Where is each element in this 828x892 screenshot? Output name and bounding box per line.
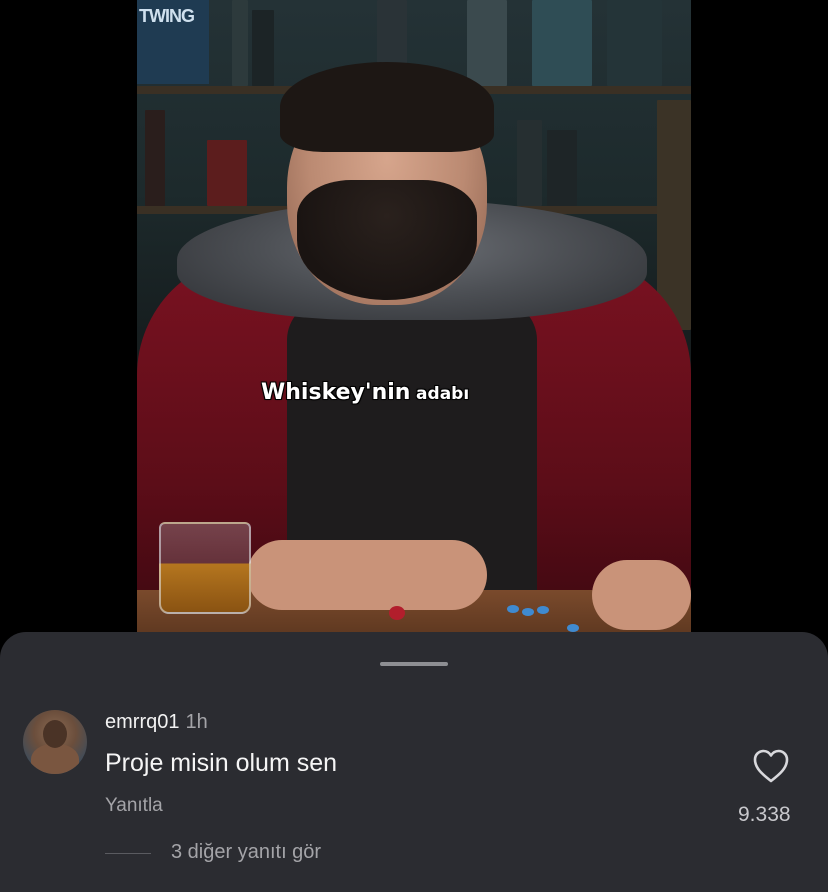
chip [507, 605, 519, 613]
book [517, 120, 542, 206]
poster: TWING [137, 0, 209, 84]
replies-divider [105, 853, 151, 854]
ring [389, 606, 405, 620]
video-caption: Whiskey'nin adabı [255, 378, 475, 407]
hand-left [247, 540, 487, 610]
like-button[interactable] [752, 748, 790, 784]
comment-timestamp: 1h [185, 711, 208, 733]
chip [537, 606, 549, 614]
chip [522, 608, 534, 616]
view-more-replies[interactable]: 3 diğer yanıtı gör [171, 841, 321, 864]
book [252, 10, 274, 86]
comment-text: Proje misin olum sen [105, 749, 338, 777]
book [547, 130, 577, 206]
beard [297, 180, 477, 300]
heart-outline-icon [753, 749, 789, 783]
avatar-body [31, 744, 79, 774]
comment-username[interactable]: emrrq01 [105, 711, 179, 733]
sheet-drag-handle[interactable] [380, 662, 448, 666]
book [607, 0, 662, 86]
avatar[interactable] [23, 710, 87, 774]
caption-main: Whiskey'nin [261, 380, 411, 405]
poster-text: TWING [139, 6, 195, 26]
door-frame [657, 100, 691, 330]
book [145, 110, 165, 206]
book [532, 0, 592, 86]
hair [280, 62, 494, 152]
book [207, 140, 247, 206]
chip [567, 624, 579, 632]
reply-button[interactable]: Yanıtla [105, 795, 163, 817]
avatar-face [43, 720, 67, 748]
hand-right [592, 560, 691, 630]
book [467, 0, 507, 86]
video-player[interactable]: TWING Whiskey'nin adabı [137, 0, 691, 636]
caption-small: adabı [416, 384, 470, 404]
like-count: 9.338 [738, 803, 791, 826]
whiskey-glass [159, 522, 251, 614]
comment-header: emrrq01 1h [105, 711, 208, 734]
book [232, 0, 248, 86]
